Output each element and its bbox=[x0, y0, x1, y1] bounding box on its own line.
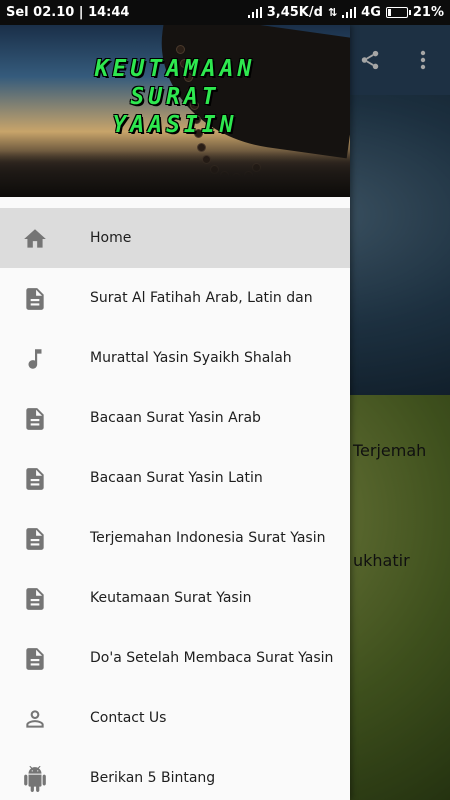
menu-item-label: Keutamaan Surat Yasin bbox=[90, 590, 252, 606]
menu-item-yasin-latin[interactable]: Bacaan Surat Yasin Latin bbox=[0, 448, 350, 508]
menu-item-label: Murattal Yasin Syaikh Shalah bbox=[90, 350, 292, 366]
signal-icon bbox=[247, 7, 262, 18]
document-icon bbox=[22, 586, 48, 612]
document-icon bbox=[22, 406, 48, 432]
menu-item-label: Bacaan Surat Yasin Arab bbox=[90, 410, 261, 426]
menu-item-keutamaan[interactable]: Keutamaan Surat Yasin bbox=[0, 568, 350, 628]
header-title-line-2: SURAT bbox=[130, 84, 220, 110]
music-note-icon bbox=[22, 346, 48, 372]
menu-item-yasin-arab[interactable]: Bacaan Surat Yasin Arab bbox=[0, 388, 350, 448]
network-speed: 3,45K/d bbox=[266, 5, 323, 20]
menu-item-label: Home bbox=[90, 230, 132, 246]
menu-item-label: Contact Us bbox=[90, 710, 167, 726]
status-bar: Sel 02.10 | 14:44 3,45K/d ⇅ 4G 21% bbox=[0, 0, 450, 25]
menu-item-label: Terjemahan Indonesia Surat Yasin bbox=[90, 530, 326, 546]
data-transfer-icon: ⇅ bbox=[327, 6, 338, 19]
menu-item-rate-app[interactable]: Berikan 5 Bintang bbox=[0, 748, 350, 800]
menu-item-label: Bacaan Surat Yasin Latin bbox=[90, 470, 263, 486]
document-icon bbox=[22, 646, 48, 672]
status-datetime: Sel 02.10 | 14:44 bbox=[6, 5, 130, 20]
menu-item-label: Berikan 5 Bintang bbox=[90, 770, 216, 786]
menu-item-murattal[interactable]: Murattal Yasin Syaikh Shalah bbox=[0, 328, 350, 388]
menu-item-doa[interactable]: Do'a Setelah Membaca Surat Yasin bbox=[0, 628, 350, 688]
header-title: KEUTAMAAN SURAT YAASIIN bbox=[60, 55, 290, 139]
home-icon bbox=[22, 226, 48, 252]
menu-item-home[interactable]: Home bbox=[0, 208, 350, 268]
menu-item-terjemahan[interactable]: Terjemahan Indonesia Surat Yasin bbox=[0, 508, 350, 568]
network-type: 4G bbox=[361, 5, 381, 20]
menu-item-label: Do'a Setelah Membaca Surat Yasin bbox=[90, 650, 334, 666]
document-icon bbox=[22, 286, 48, 312]
battery-icon bbox=[385, 7, 411, 18]
drawer-menu: Home Surat Al Fatihah Arab, Latin dan Mu… bbox=[0, 208, 350, 800]
header-title-line-3: YAASIIN bbox=[112, 112, 238, 138]
header-title-line-1: KEUTAMAAN bbox=[94, 56, 256, 82]
android-icon bbox=[22, 766, 48, 792]
prayer-bead bbox=[176, 45, 185, 54]
battery-percent: 21% bbox=[412, 5, 444, 20]
person-icon bbox=[22, 706, 48, 732]
menu-item-contact-us[interactable]: Contact Us bbox=[0, 688, 350, 748]
navigation-drawer: KEUTAMAAN SURAT YAASIIN Home Surat Al Fa… bbox=[0, 25, 350, 800]
drawer-header: KEUTAMAAN SURAT YAASIIN bbox=[0, 25, 350, 197]
signal-icon-2 bbox=[342, 7, 357, 18]
menu-item-al-fatihah[interactable]: Surat Al Fatihah Arab, Latin dan bbox=[0, 268, 350, 328]
menu-item-label: Surat Al Fatihah Arab, Latin dan bbox=[90, 290, 313, 306]
document-icon bbox=[22, 526, 48, 552]
city-skyline bbox=[0, 151, 350, 197]
document-icon bbox=[22, 466, 48, 492]
